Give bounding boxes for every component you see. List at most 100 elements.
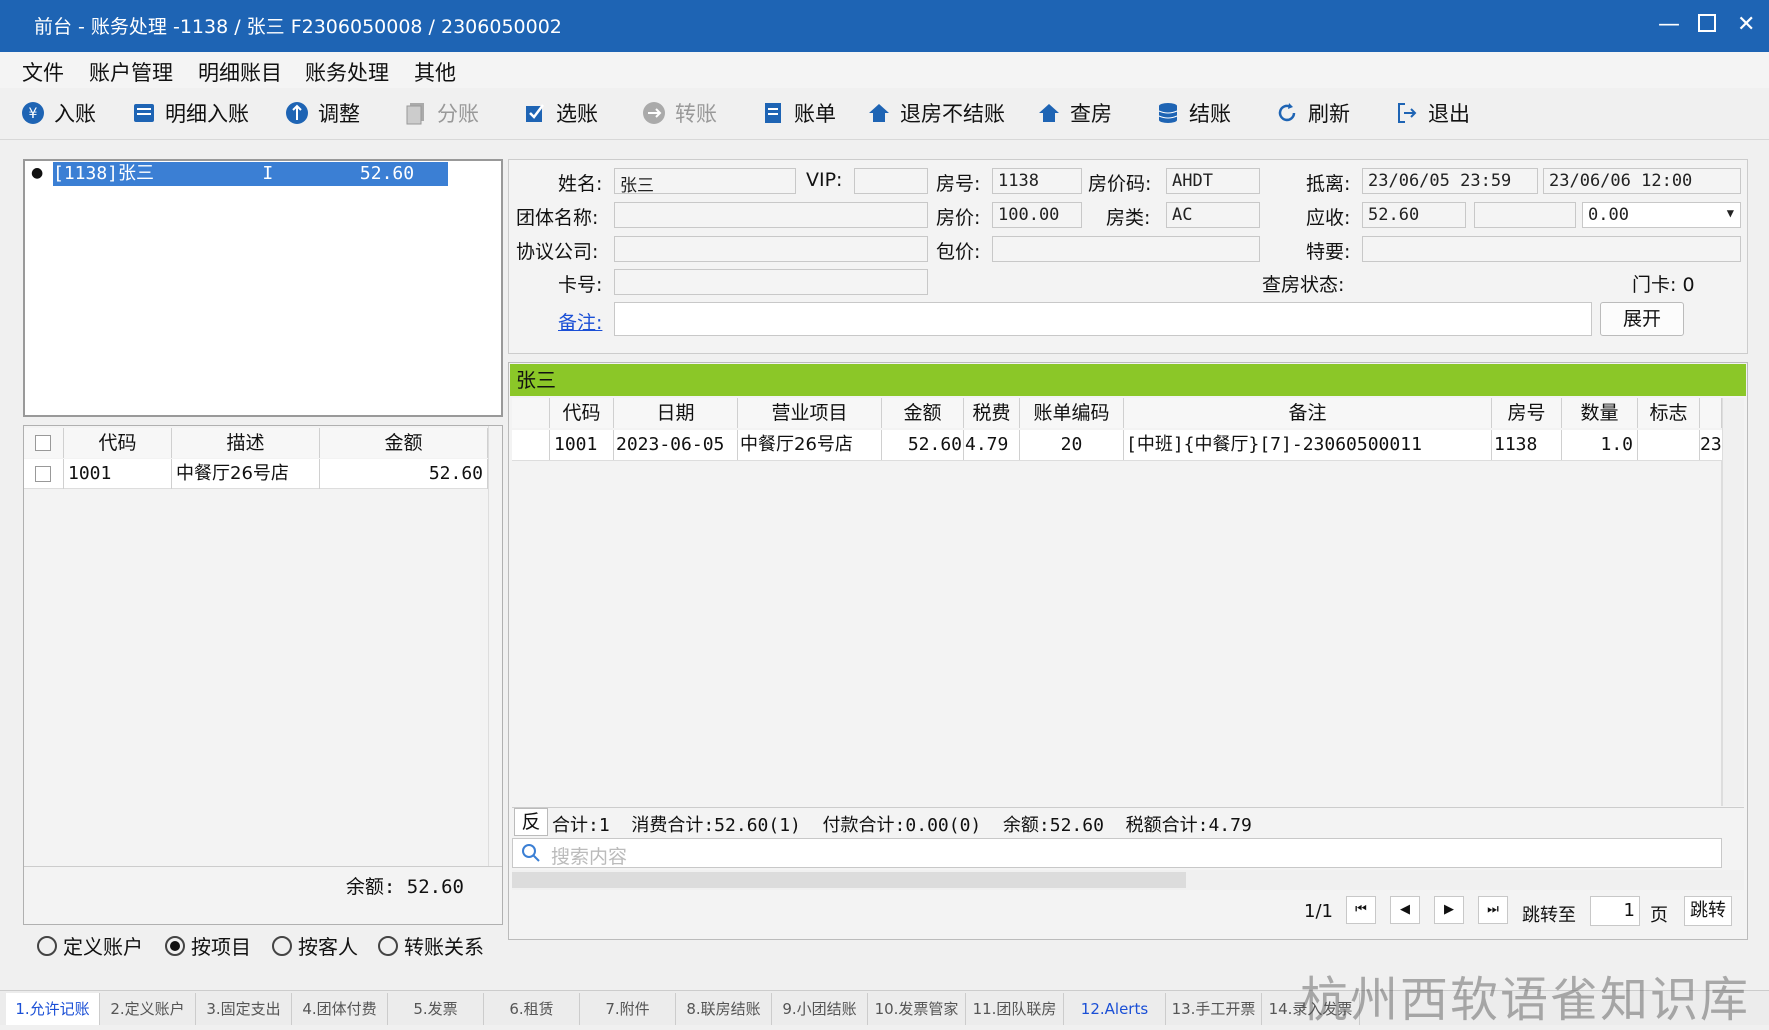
prev-page-icon[interactable]: ◀ xyxy=(1390,896,1420,924)
company-field[interactable] xyxy=(614,236,928,262)
tab-invoice-manager[interactable]: 10.发票管家 xyxy=(868,993,966,1025)
room-type-field[interactable]: AC xyxy=(1166,202,1260,228)
column-header-flag[interactable]: 标志 xyxy=(1638,398,1700,428)
select-all-checkbox[interactable] xyxy=(35,435,51,451)
menu-other[interactable]: 其他 xyxy=(414,57,456,87)
column-header-bill-no[interactable]: 账单编码 xyxy=(1020,398,1124,428)
cell-item: 中餐厅26号店 xyxy=(738,430,882,460)
menu-accounting[interactable]: 账务处理 xyxy=(305,57,389,87)
column-header-amount[interactable]: 金额 xyxy=(882,398,964,428)
menu-file[interactable]: 文件 xyxy=(22,57,64,87)
balance-label: 余额: 52.60 xyxy=(345,876,464,898)
column-header-amount[interactable]: 金额 xyxy=(320,428,488,458)
row-checkbox[interactable] xyxy=(35,466,51,482)
detail-post-button[interactable]: 明细入账 xyxy=(131,97,249,129)
last-page-icon[interactable]: ⏭ xyxy=(1478,896,1508,924)
column-header-code[interactable]: 代码 xyxy=(64,428,172,458)
tab-small-group-settle[interactable]: 9.小团结账 xyxy=(772,993,868,1025)
column-header-extra xyxy=(1700,398,1722,428)
tab-invoice[interactable]: 5.发票 xyxy=(388,993,484,1025)
adjust-button[interactable]: 调整 xyxy=(284,97,360,129)
exit-button[interactable]: 退出 xyxy=(1394,97,1470,129)
tab-alerts[interactable]: 12.Alerts xyxy=(1064,993,1166,1025)
maximize-icon[interactable] xyxy=(1698,14,1716,32)
card-field[interactable] xyxy=(614,269,928,295)
receivable-field-2[interactable] xyxy=(1474,202,1576,228)
transfer-button[interactable]: 转账 xyxy=(641,97,717,129)
radio-by-guest[interactable]: 按客人 xyxy=(272,931,358,960)
tab-lease[interactable]: 6.租赁 xyxy=(484,993,580,1025)
tab-manual-invoice[interactable]: 13.手工开票 xyxy=(1166,993,1262,1025)
tab-fixed-expense[interactable]: 3.固定支出 xyxy=(196,993,292,1025)
vertical-scrollbar[interactable] xyxy=(488,426,502,866)
column-header-room[interactable]: 房号 xyxy=(1492,398,1562,428)
column-header-item[interactable]: 营业项目 xyxy=(738,398,882,428)
receivable-label: 应收: xyxy=(1306,207,1351,229)
group-field[interactable] xyxy=(614,202,928,228)
split-button[interactable]: 分账 xyxy=(403,97,479,129)
column-header-date[interactable]: 日期 xyxy=(614,398,738,428)
column-header-remark[interactable]: 备注 xyxy=(1124,398,1492,428)
svg-text:¥: ¥ xyxy=(29,106,38,122)
page-number-input[interactable]: 1 xyxy=(1590,896,1640,926)
radio-define-account[interactable]: 定义账户 xyxy=(37,931,143,960)
room-check-button[interactable]: 查房 xyxy=(1036,97,1112,129)
minimize-icon[interactable]: — xyxy=(1658,12,1680,38)
menu-detail-items[interactable]: 明细账目 xyxy=(198,57,282,87)
tab-group-payment[interactable]: 4.团体付费 xyxy=(292,993,388,1025)
receivable-field[interactable]: 52.60 xyxy=(1362,202,1466,228)
row-checkbox-cell[interactable] xyxy=(24,459,64,489)
room-field[interactable]: 1138 xyxy=(992,168,1082,194)
tab-linked-room-settle[interactable]: 8.联房结账 xyxy=(676,993,772,1025)
vip-field[interactable] xyxy=(854,168,928,194)
reverse-button[interactable]: 反 xyxy=(514,808,548,836)
receivable-select[interactable]: 0.00 ▼ xyxy=(1582,202,1741,228)
settle-button[interactable]: 结账 xyxy=(1155,97,1231,129)
column-header-code[interactable]: 代码 xyxy=(550,398,614,428)
column-header-tax[interactable]: 税费 xyxy=(964,398,1020,428)
radio-indicator xyxy=(37,935,57,956)
name-label: 姓名: xyxy=(558,173,603,195)
horizontal-scrollbar-thumb[interactable] xyxy=(512,872,1186,888)
arrival-field[interactable]: 23/06/05 23:59 xyxy=(1362,168,1538,194)
refresh-button[interactable]: 刷新 xyxy=(1274,97,1350,129)
bill-button[interactable]: 账单 xyxy=(760,97,836,129)
select-account-button[interactable]: 选账 xyxy=(522,97,598,129)
tab-allow-posting[interactable]: 1.允许记账 xyxy=(6,993,100,1025)
special-field[interactable] xyxy=(1362,236,1741,262)
window-title: 前台 - 账务处理 -1138 / 张三 F2306050008 / 23060… xyxy=(34,16,562,38)
cell-amount: 52.60 xyxy=(882,430,964,460)
search-input[interactable]: 搜索内容 xyxy=(512,838,1722,868)
name-field[interactable]: 张三 xyxy=(614,168,796,194)
column-header-qty[interactable]: 数量 xyxy=(1562,398,1638,428)
radio-by-item[interactable]: 按项目 xyxy=(165,931,251,960)
departure-field[interactable]: 23/06/06 12:00 xyxy=(1543,168,1741,194)
special-label: 特要: xyxy=(1306,241,1351,263)
expand-button[interactable]: 展开 xyxy=(1600,302,1684,336)
menu-account-management[interactable]: 账户管理 xyxy=(89,57,173,87)
account-list-item-selected[interactable]: [1138]张三 I 52.60 xyxy=(53,162,448,186)
grid-select-all[interactable] xyxy=(24,428,64,458)
cell-flag xyxy=(1638,430,1700,460)
remark-field[interactable] xyxy=(614,302,1592,336)
horizontal-scrollbar[interactable] xyxy=(512,870,1744,890)
rate-code-field[interactable]: AHDT xyxy=(1166,168,1260,194)
remark-link[interactable]: 备注: xyxy=(558,308,602,335)
tab-define-account[interactable]: 2.定义账户 xyxy=(100,993,196,1025)
close-icon[interactable]: ✕ xyxy=(1737,12,1755,38)
ledger-vertical-scrollbar[interactable] xyxy=(1722,398,1744,806)
account-list[interactable]: ● [1138]张三 I 52.60 xyxy=(23,159,503,417)
package-field[interactable] xyxy=(992,236,1260,262)
tab-attachment[interactable]: 7.附件 xyxy=(580,993,676,1025)
jump-button[interactable]: 跳转 xyxy=(1684,896,1732,926)
table-row[interactable]: 1001 2023-06-05 中餐厅26号店 52.60 4.79 20 [中… xyxy=(512,430,1722,461)
checkout-without-settle-button[interactable]: 退房不结账 xyxy=(866,97,1005,129)
post-button[interactable]: ¥ 入账 xyxy=(20,97,96,129)
price-field[interactable]: 100.00 xyxy=(992,202,1082,228)
radio-transfer-relation[interactable]: 转账关系 xyxy=(378,931,484,960)
first-page-icon[interactable]: ⏮ xyxy=(1346,896,1376,924)
table-row[interactable]: 1001 中餐厅26号店 52.60 xyxy=(24,459,488,489)
next-page-icon[interactable]: ▶ xyxy=(1434,896,1464,924)
column-header-desc[interactable]: 描述 xyxy=(172,428,320,458)
tab-team-linked-room[interactable]: 11.团队联房 xyxy=(966,993,1064,1025)
